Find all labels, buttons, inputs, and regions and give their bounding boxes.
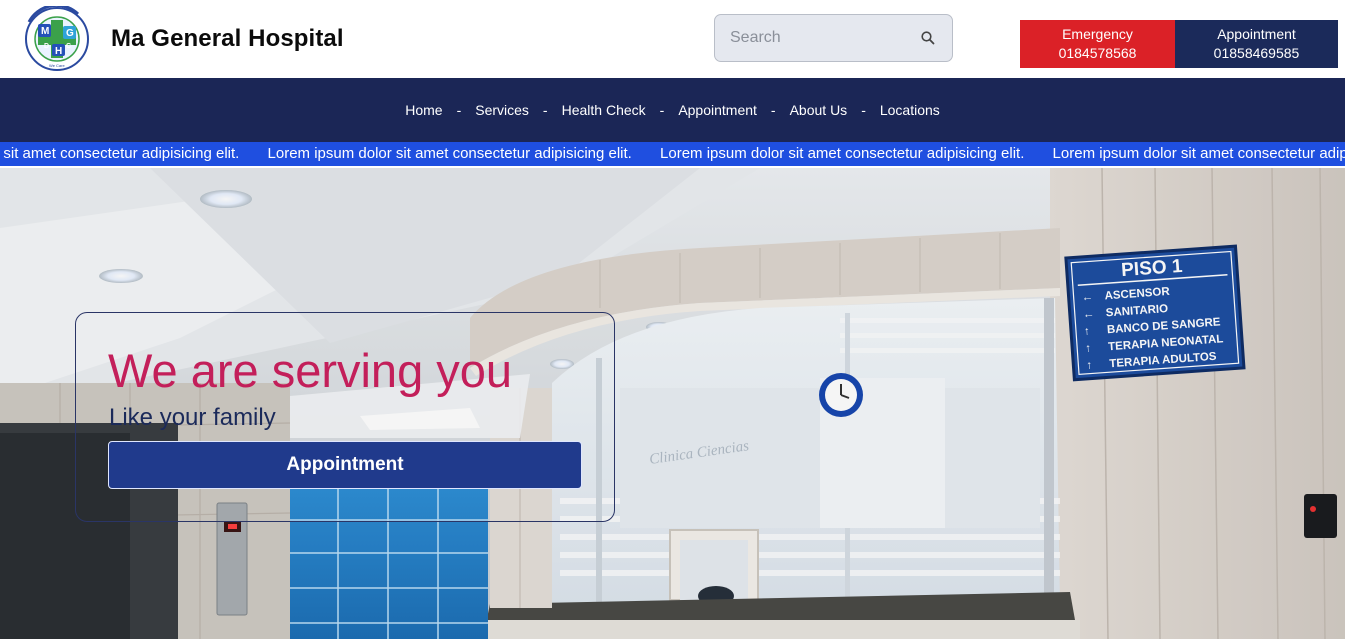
logo-letter-h: H: [55, 46, 62, 57]
appointment-phone: 01858469585: [1213, 45, 1300, 61]
nav-item-services[interactable]: Services: [475, 102, 529, 118]
nav-separator: -: [770, 102, 776, 118]
ticker-item: Lorem ipsum dolor sit amet consectetur a…: [660, 145, 1025, 162]
hero-title: We are serving you: [108, 344, 513, 397]
nav-item-appointment[interactable]: Appointment: [678, 102, 757, 118]
nav-list: Home - Services - Health Check - Appoint…: [405, 102, 940, 118]
search-input[interactable]: [730, 29, 920, 47]
hero-banner: Clinica Ciencias PISO 1 ← ASCENSOR ← SAN…: [0, 168, 1345, 639]
appointment-label: Appointment: [1217, 26, 1296, 42]
top-header: M G H D C We Care Ma General Hospital Em…: [0, 0, 1345, 78]
nav-item-about-us[interactable]: About Us: [790, 102, 848, 118]
news-ticker: Lorem ipsum dolor sit amet consectetur a…: [0, 142, 1345, 166]
appointment-call-button[interactable]: Appointment 01858469585: [1175, 20, 1338, 68]
hospital-name[interactable]: Ma General Hospital: [111, 25, 344, 53]
logo-tagline: We Care: [49, 63, 65, 68]
main-navigation: Home - Services - Health Check - Appoint…: [0, 78, 1345, 142]
logo-letter-g: G: [66, 28, 74, 39]
ticker-track: Lorem ipsum dolor sit amet consectetur a…: [0, 145, 1345, 162]
nav-separator: -: [861, 102, 866, 118]
emergency-label: Emergency: [1062, 26, 1133, 42]
ticker-item: Lorem ipsum dolor sit amet consectetur a…: [267, 145, 632, 162]
ticker-item: Lorem ipsum dolor sit amet consectetur a…: [1052, 145, 1345, 162]
logo-letter-c: C: [66, 43, 71, 50]
emergency-call-button[interactable]: Emergency 0184578568: [1020, 20, 1175, 68]
nav-item-locations[interactable]: Locations: [880, 102, 940, 118]
search-box[interactable]: [714, 14, 953, 62]
search-icon[interactable]: [920, 30, 936, 46]
nav-separator: -: [542, 102, 548, 118]
nav-item-home[interactable]: Home: [405, 102, 442, 118]
emergency-phone: 0184578568: [1058, 45, 1137, 61]
hero-appointment-button[interactable]: Appointment: [108, 441, 582, 489]
hospital-logo[interactable]: M G H D C We Care: [22, 3, 92, 72]
nav-item-health-check[interactable]: Health Check: [562, 102, 646, 118]
logo-letter-m: M: [41, 26, 49, 37]
hero-callout-card: We are serving you Like your family Appo…: [75, 312, 615, 522]
logo-letter-d: D: [44, 43, 49, 50]
nav-separator: -: [659, 102, 665, 118]
nav-separator: -: [456, 102, 462, 118]
ticker-item: Lorem ipsum dolor sit amet consectetur a…: [0, 145, 240, 162]
hero-subtitle: Like your family: [109, 404, 276, 431]
